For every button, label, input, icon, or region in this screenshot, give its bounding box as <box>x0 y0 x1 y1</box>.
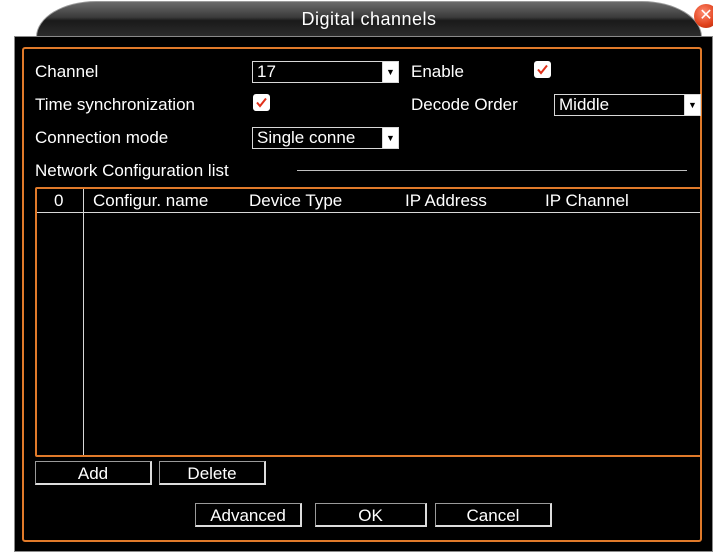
time-sync-checkbox[interactable] <box>253 94 270 111</box>
delete-button[interactable]: Delete <box>159 461 266 485</box>
chevron-down-icon[interactable]: ▼ <box>382 128 398 148</box>
ok-button[interactable]: OK <box>315 503 427 527</box>
decode-order-select[interactable]: Middle ▼ <box>554 94 701 116</box>
chevron-down-icon[interactable]: ▼ <box>684 95 700 115</box>
advanced-button[interactable]: Advanced <box>195 503 302 527</box>
column-header-ip-channel[interactable]: IP Channel <box>545 191 629 211</box>
column-header-config-name[interactable]: Configur. name <box>93 191 208 211</box>
decode-order-value: Middle <box>559 95 610 114</box>
time-sync-label: Time synchronization <box>35 95 195 114</box>
table-header: 0 Configur. name Device Type IP Address … <box>37 189 700 213</box>
checkmark-icon <box>256 97 267 108</box>
chevron-down-icon[interactable]: ▼ <box>382 62 398 82</box>
checkmark-icon <box>537 64 548 75</box>
column-header-device-type[interactable]: Device Type <box>249 191 342 211</box>
group-divider <box>297 170 687 171</box>
channel-value: 17 <box>257 62 276 81</box>
connection-mode-label: Connection mode <box>35 128 169 147</box>
decode-order-label: Decode Order <box>411 95 518 114</box>
enable-label: Enable <box>411 62 464 81</box>
enable-checkbox[interactable] <box>534 61 551 78</box>
channel-label: Channel <box>35 62 99 81</box>
network-config-table[interactable]: 0 Configur. name Device Type IP Address … <box>35 187 702 457</box>
connection-mode-value: Single conne <box>257 128 356 147</box>
column-divider <box>83 189 84 455</box>
dialog-title: Digital channels <box>301 9 437 29</box>
cancel-button[interactable]: Cancel <box>435 503 552 527</box>
dialog-body: Channel 17 ▼ Enable Time synchronization… <box>14 36 713 552</box>
network-config-group-label: Network Configuration list <box>35 161 229 180</box>
channel-select[interactable]: 17 ▼ <box>252 61 399 83</box>
title-bar: Digital channels <box>36 1 702 37</box>
connection-mode-select[interactable]: Single conne ▼ <box>252 127 399 149</box>
add-button[interactable]: Add <box>35 461 152 485</box>
digital-channels-dialog: Digital channels ✕ Channel 17 ▼ Enable T… <box>0 0 713 558</box>
close-button[interactable]: ✕ <box>694 4 713 28</box>
column-header-ip-address[interactable]: IP Address <box>405 191 487 211</box>
column-header-index[interactable]: 0 <box>54 191 63 211</box>
